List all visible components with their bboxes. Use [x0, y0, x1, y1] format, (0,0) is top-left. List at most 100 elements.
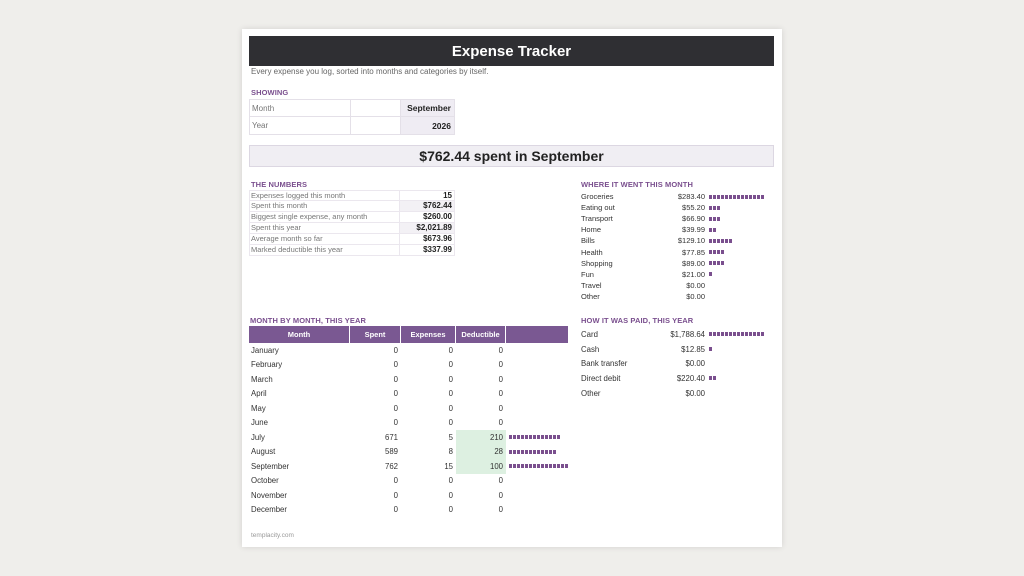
- spent-cell: 0: [393, 389, 398, 399]
- category-row: Groceries $283.40: [581, 191, 781, 202]
- bar-square: [521, 449, 524, 454]
- deductible-cell: 28: [456, 444, 506, 459]
- bar-square: [709, 250, 712, 255]
- numbers-label: Expenses logged this month: [250, 191, 400, 200]
- numbers-table: Expenses logged this month 15 Spent this m…: [249, 190, 455, 256]
- amount-bar: [709, 261, 724, 266]
- footer-credit: templacity.com: [251, 532, 294, 539]
- showing-label: Year: [250, 117, 351, 134]
- payment-amount: $220.40: [676, 373, 705, 383]
- category-name: Eating out: [581, 203, 615, 213]
- bar-square: [529, 464, 532, 469]
- amount-bar: [709, 332, 764, 337]
- payment-heading: HOW IT WAS PAID, THIS YEAR: [581, 316, 694, 325]
- category-name: Bills: [581, 236, 595, 246]
- bar-square: [717, 216, 720, 221]
- payment-list: Card $1,788.64 Cash $12.85 Bank transfer $0.0…: [581, 327, 781, 400]
- bar-square: [517, 464, 520, 469]
- page-title: Expense Tracker: [249, 36, 774, 66]
- bar-square: [525, 449, 528, 454]
- column-header-spent: Spent: [350, 326, 401, 343]
- bar-square: [513, 464, 516, 469]
- category-amount: $66.90: [682, 214, 705, 224]
- bar-square: [761, 332, 764, 337]
- table-row: March 0 0 0: [249, 372, 568, 387]
- expenses-cell: 0: [448, 490, 453, 500]
- month-name-cell: November: [251, 490, 287, 500]
- bar-square: [717, 238, 720, 243]
- bar-square: [525, 464, 528, 469]
- table-row: October 0 0 0: [249, 474, 568, 489]
- bar-square: [713, 227, 716, 232]
- numbers-row: Marked deductible this year $337.99: [249, 245, 455, 256]
- expenses-cell: 0: [448, 505, 453, 515]
- spent-cell: 0: [393, 360, 398, 370]
- expenses-cell: 0: [448, 360, 453, 370]
- bar-square: [725, 332, 728, 337]
- year-input[interactable]: 2026: [401, 117, 454, 134]
- bar-square: [753, 332, 756, 337]
- numbers-row: Spent this year $2,021.89: [249, 223, 455, 234]
- numbers-value: $2,021.89: [400, 223, 454, 233]
- numbers-row: Spent this month $762.44: [249, 201, 455, 212]
- bar-square: [761, 194, 764, 199]
- payment-row: Bank transfer $0.00: [581, 356, 781, 371]
- month-name-cell: April: [251, 389, 267, 399]
- numbers-label: Average month so far: [250, 234, 400, 244]
- deductible-cell: 0: [498, 418, 503, 428]
- monthly-total-banner: $762.44 spent in September: [249, 145, 774, 167]
- bar-square: [745, 332, 748, 337]
- bar-square: [541, 435, 544, 440]
- amount-bar: [709, 227, 716, 232]
- category-row: Shopping $89.00: [581, 258, 781, 269]
- table-row: December 0 0 0: [249, 503, 568, 518]
- spent-cell: 0: [393, 345, 398, 355]
- bar-square: [509, 449, 512, 454]
- showing-heading: SHOWING: [251, 88, 289, 97]
- category-name: Fun: [581, 269, 594, 279]
- bar-square: [709, 205, 712, 210]
- bar-square: [749, 332, 752, 337]
- amount-bar: [709, 238, 732, 243]
- bar-square: [733, 194, 736, 199]
- bar-square: [713, 261, 716, 266]
- month-name-cell: March: [251, 374, 273, 384]
- bar-square: [717, 250, 720, 255]
- bar-square: [757, 194, 760, 199]
- bar-square: [553, 464, 556, 469]
- amount-bar: [709, 194, 764, 199]
- category-name: Travel: [581, 280, 602, 290]
- category-amount: $55.20: [682, 203, 705, 213]
- month-select[interactable]: September: [401, 100, 454, 116]
- spent-cell: 589: [384, 447, 398, 457]
- table-row: August 589 8 28: [249, 444, 568, 459]
- table-row: September 762 15 100: [249, 459, 568, 474]
- deductible-cell: 0: [498, 374, 503, 384]
- expenses-cell: 15: [444, 461, 453, 471]
- table-row: November 0 0 0: [249, 488, 568, 503]
- table-row: July 671 5 210: [249, 430, 568, 445]
- showing-spacer: [351, 117, 401, 134]
- bar-square: [741, 332, 744, 337]
- deductible-cell: 100: [456, 459, 506, 474]
- bar-square: [709, 272, 712, 277]
- bar-square: [733, 332, 736, 337]
- table-row: January 0 0 0: [249, 343, 568, 358]
- bar-square: [709, 347, 712, 352]
- month-table-body: January 0 0 0 February 0 0 0 March 0 0 0 April 0 0 0 May…: [249, 343, 568, 517]
- bar-square: [509, 435, 512, 440]
- expenses-cell: 0: [448, 389, 453, 399]
- bar-square: [553, 435, 556, 440]
- bar-square: [709, 332, 712, 337]
- bar-square: [709, 261, 712, 266]
- expenses-cell: 5: [448, 432, 453, 442]
- category-row: Travel $0.00: [581, 280, 781, 291]
- bar-square: [725, 238, 728, 243]
- month-name-cell: December: [251, 505, 287, 515]
- expenses-cell: 0: [448, 374, 453, 384]
- bar-square: [721, 238, 724, 243]
- deductible-cell: 0: [498, 490, 503, 500]
- deductible-cell: 0: [498, 345, 503, 355]
- numbers-heading: THE NUMBERS: [251, 180, 308, 189]
- bar-square: [533, 464, 536, 469]
